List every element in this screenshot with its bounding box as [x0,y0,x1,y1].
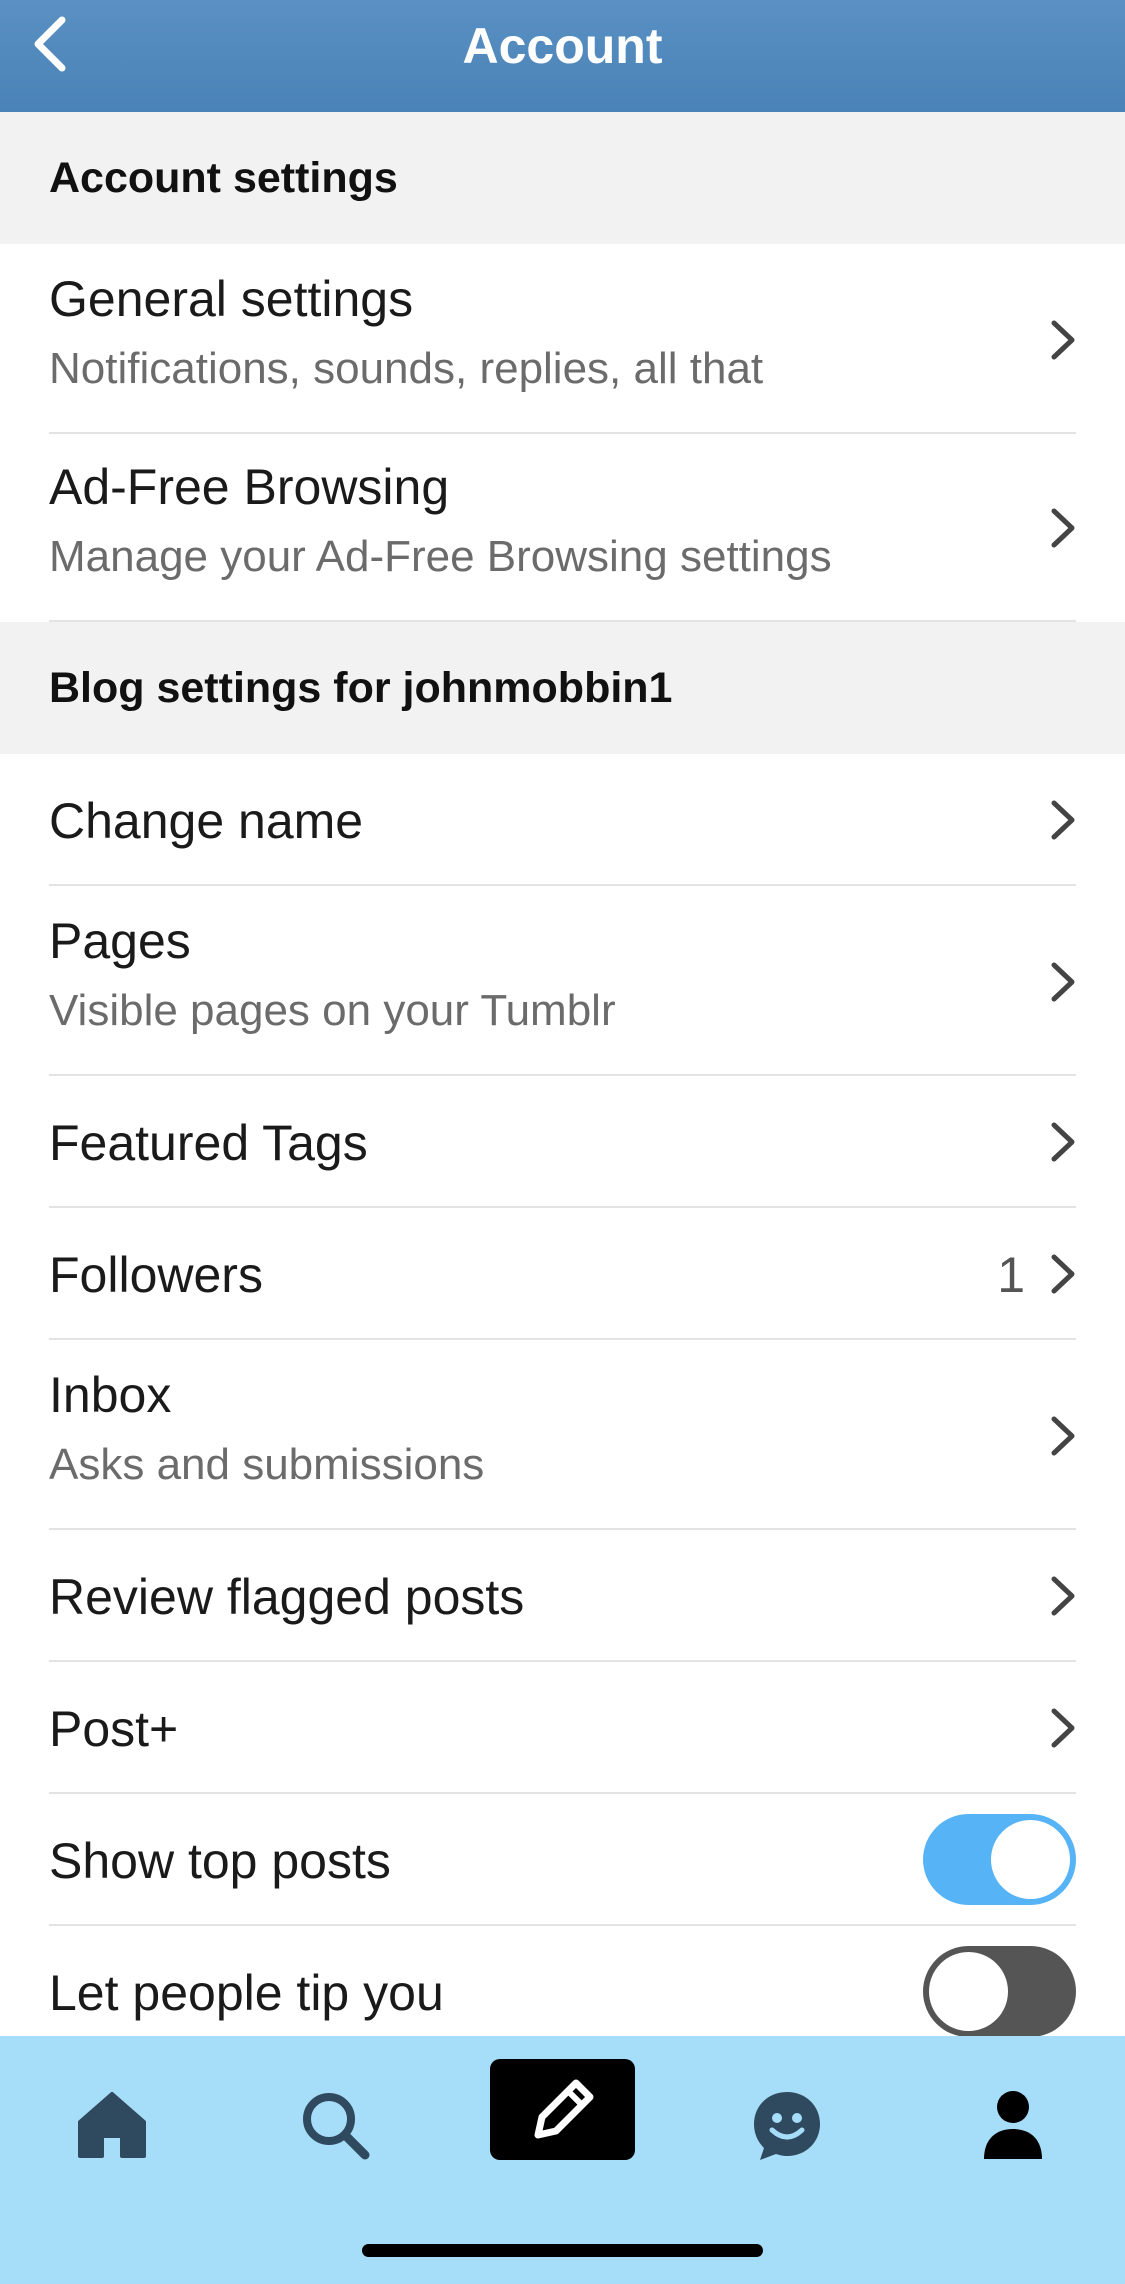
row-label: Review flagged posts [49,1569,525,1625]
followers-count: 1 [997,1247,1025,1303]
page-title: Account [462,18,663,74]
toggle-knob [929,1952,1008,2031]
chevron-right-icon [1051,1576,1075,1616]
let-people-tip-you-row: Let people tip you [0,1926,1125,2037]
row-label: Followers [49,1247,263,1303]
chevron-right-icon [1051,800,1075,840]
chevron-right-icon [1051,1708,1075,1748]
tab-activity[interactable] [732,2070,842,2180]
person-icon [984,2091,1042,2159]
compose-button[interactable] [490,2059,635,2160]
section-header-account: Account settings [0,112,1125,244]
chevron-right-icon [1051,1254,1075,1294]
featured-tags-row[interactable]: Featured Tags [0,1076,1125,1208]
top-bar: Account [0,0,1125,112]
chevron-right-icon [1051,1122,1075,1162]
toggle-knob [991,1820,1070,1899]
row-subtitle: Visible pages on your Tumblr [49,986,616,1035]
pages-row[interactable]: Pages Visible pages on your Tumblr [0,886,1125,1076]
section-header-blog: Blog settings for johnmobbin1 [0,622,1125,754]
review-flagged-posts-row[interactable]: Review flagged posts [0,1530,1125,1662]
row-subtitle: Asks and submissions [49,1440,485,1489]
row-label: Featured Tags [49,1115,368,1171]
row-label: General settings [49,271,414,327]
smiley-chat-icon [754,2092,820,2160]
followers-row[interactable]: Followers 1 [0,1208,1125,1340]
chevron-right-icon [1051,320,1075,360]
let-people-tip-you-toggle[interactable] [923,1946,1076,2037]
chevron-right-icon [1051,1416,1075,1456]
chevron-right-icon [1051,508,1075,548]
row-label: Inbox [49,1367,172,1423]
row-label: Pages [49,913,191,969]
search-icon [303,2093,370,2160]
home-indicator [362,2244,763,2257]
general-settings-row[interactable]: General settings Notifications, sounds, … [0,244,1125,434]
row-label: Change name [49,793,364,849]
tab-search[interactable] [280,2070,390,2180]
row-label: Let people tip you [49,1965,444,2021]
row-label: Post+ [49,1701,179,1757]
change-name-row[interactable]: Change name [0,754,1125,886]
ad-free-browsing-row[interactable]: Ad-Free Browsing Manage your Ad-Free Bro… [0,434,1125,622]
inbox-row[interactable]: Inbox Asks and submissions [0,1340,1125,1530]
pencil-icon [534,2079,593,2138]
show-top-posts-row: Show top posts [0,1794,1125,1926]
post-plus-row[interactable]: Post+ [0,1662,1125,1794]
row-label: Ad-Free Browsing [49,459,450,515]
chevron-right-icon [1051,962,1075,1002]
tab-home[interactable] [57,2070,167,2180]
row-label: Show top posts [49,1833,391,1889]
tab-account[interactable] [958,2070,1068,2180]
home-icon [78,2092,146,2158]
row-subtitle: Notifications, sounds, replies, all that [49,344,764,393]
show-top-posts-toggle[interactable] [923,1814,1076,1905]
row-subtitle: Manage your Ad-Free Browsing settings [49,532,832,581]
